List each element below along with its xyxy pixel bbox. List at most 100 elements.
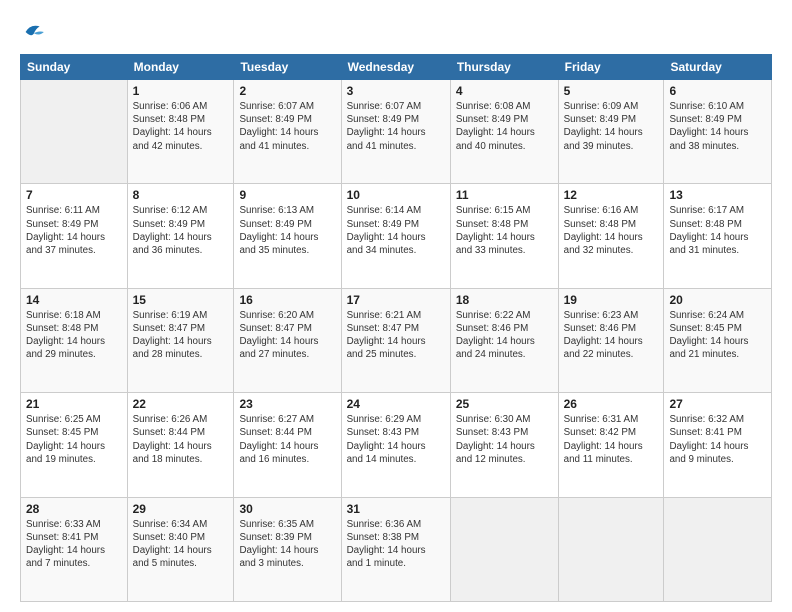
day-header-sunday: Sunday bbox=[21, 55, 128, 80]
day-info: Sunrise: 6:14 AM Sunset: 8:49 PM Dayligh… bbox=[347, 204, 445, 257]
day-number: 19 bbox=[564, 293, 659, 307]
calendar-cell: 21 Sunrise: 6:25 AM Sunset: 8:45 PM Dayli… bbox=[21, 393, 128, 497]
day-number: 5 bbox=[564, 84, 659, 98]
day-info: Sunrise: 6:23 AM Sunset: 8:46 PM Dayligh… bbox=[564, 309, 659, 362]
day-info: Sunrise: 6:31 AM Sunset: 8:42 PM Dayligh… bbox=[564, 413, 659, 466]
day-number: 12 bbox=[564, 188, 659, 202]
day-header-tuesday: Tuesday bbox=[234, 55, 341, 80]
day-info: Sunrise: 6:07 AM Sunset: 8:49 PM Dayligh… bbox=[239, 100, 335, 153]
day-info: Sunrise: 6:26 AM Sunset: 8:44 PM Dayligh… bbox=[133, 413, 229, 466]
day-number: 18 bbox=[456, 293, 553, 307]
day-info: Sunrise: 6:32 AM Sunset: 8:41 PM Dayligh… bbox=[669, 413, 766, 466]
calendar-cell: 12 Sunrise: 6:16 AM Sunset: 8:48 PM Dayli… bbox=[558, 184, 664, 288]
day-info: Sunrise: 6:10 AM Sunset: 8:49 PM Dayligh… bbox=[669, 100, 766, 153]
day-number: 14 bbox=[26, 293, 122, 307]
calendar-cell: 26 Sunrise: 6:31 AM Sunset: 8:42 PM Dayli… bbox=[558, 393, 664, 497]
day-number: 28 bbox=[26, 502, 122, 516]
day-number: 31 bbox=[347, 502, 445, 516]
day-info: Sunrise: 6:20 AM Sunset: 8:47 PM Dayligh… bbox=[239, 309, 335, 362]
day-number: 29 bbox=[133, 502, 229, 516]
day-info: Sunrise: 6:24 AM Sunset: 8:45 PM Dayligh… bbox=[669, 309, 766, 362]
calendar-cell: 4 Sunrise: 6:08 AM Sunset: 8:49 PM Daylig… bbox=[450, 80, 558, 184]
day-number: 9 bbox=[239, 188, 335, 202]
calendar-header-row: SundayMondayTuesdayWednesdayThursdayFrid… bbox=[21, 55, 772, 80]
calendar-cell: 11Sunrise: 6:15 AM Sunset: 8:48 PM Dayli… bbox=[450, 184, 558, 288]
calendar-cell: 30 Sunrise: 6:35 AM Sunset: 8:39 PM Dayli… bbox=[234, 497, 341, 601]
logo bbox=[20, 18, 52, 46]
day-info: Sunrise: 6:13 AM Sunset: 8:49 PM Dayligh… bbox=[239, 204, 335, 257]
calendar-cell: 1 Sunrise: 6:06 AM Sunset: 8:48 PM Daylig… bbox=[127, 80, 234, 184]
day-number: 25 bbox=[456, 397, 553, 411]
day-header-wednesday: Wednesday bbox=[341, 55, 450, 80]
day-info: Sunrise: 6:21 AM Sunset: 8:47 PM Dayligh… bbox=[347, 309, 445, 362]
calendar-week-2: 14Sunrise: 6:18 AM Sunset: 8:48 PM Dayli… bbox=[21, 288, 772, 392]
calendar-cell: 6Sunrise: 6:10 AM Sunset: 8:49 PM Daylig… bbox=[664, 80, 772, 184]
calendar-cell: 23 Sunrise: 6:27 AM Sunset: 8:44 PM Dayli… bbox=[234, 393, 341, 497]
day-header-saturday: Saturday bbox=[664, 55, 772, 80]
calendar-cell: 22 Sunrise: 6:26 AM Sunset: 8:44 PM Dayli… bbox=[127, 393, 234, 497]
calendar-cell: 27 Sunrise: 6:32 AM Sunset: 8:41 PM Dayli… bbox=[664, 393, 772, 497]
day-info: Sunrise: 6:30 AM Sunset: 8:43 PM Dayligh… bbox=[456, 413, 553, 466]
day-info: Sunrise: 6:17 AM Sunset: 8:48 PM Dayligh… bbox=[669, 204, 766, 257]
logo-icon bbox=[20, 18, 48, 46]
calendar-cell: 3 Sunrise: 6:07 AM Sunset: 8:49 PM Daylig… bbox=[341, 80, 450, 184]
day-header-friday: Friday bbox=[558, 55, 664, 80]
calendar-cell: 18Sunrise: 6:22 AM Sunset: 8:46 PM Dayli… bbox=[450, 288, 558, 392]
calendar-cell: 10 Sunrise: 6:14 AM Sunset: 8:49 PM Dayli… bbox=[341, 184, 450, 288]
calendar-cell bbox=[450, 497, 558, 601]
calendar-week-3: 21 Sunrise: 6:25 AM Sunset: 8:45 PM Dayli… bbox=[21, 393, 772, 497]
calendar-cell: 2 Sunrise: 6:07 AM Sunset: 8:49 PM Daylig… bbox=[234, 80, 341, 184]
calendar-cell: 29 Sunrise: 6:34 AM Sunset: 8:40 PM Dayli… bbox=[127, 497, 234, 601]
day-number: 22 bbox=[133, 397, 229, 411]
day-info: Sunrise: 6:25 AM Sunset: 8:45 PM Dayligh… bbox=[26, 413, 122, 466]
day-number: 24 bbox=[347, 397, 445, 411]
day-number: 26 bbox=[564, 397, 659, 411]
header bbox=[20, 18, 772, 46]
day-number: 13 bbox=[669, 188, 766, 202]
calendar-cell: 25 Sunrise: 6:30 AM Sunset: 8:43 PM Dayli… bbox=[450, 393, 558, 497]
calendar-cell: 15Sunrise: 6:19 AM Sunset: 8:47 PM Dayli… bbox=[127, 288, 234, 392]
day-info: Sunrise: 6:27 AM Sunset: 8:44 PM Dayligh… bbox=[239, 413, 335, 466]
day-header-thursday: Thursday bbox=[450, 55, 558, 80]
day-info: Sunrise: 6:07 AM Sunset: 8:49 PM Dayligh… bbox=[347, 100, 445, 153]
calendar-cell: 31Sunrise: 6:36 AM Sunset: 8:38 PM Dayli… bbox=[341, 497, 450, 601]
day-number: 4 bbox=[456, 84, 553, 98]
calendar-week-0: 1 Sunrise: 6:06 AM Sunset: 8:48 PM Daylig… bbox=[21, 80, 772, 184]
day-info: Sunrise: 6:35 AM Sunset: 8:39 PM Dayligh… bbox=[239, 518, 335, 571]
day-number: 30 bbox=[239, 502, 335, 516]
calendar-cell: 19 Sunrise: 6:23 AM Sunset: 8:46 PM Dayli… bbox=[558, 288, 664, 392]
day-info: Sunrise: 6:33 AM Sunset: 8:41 PM Dayligh… bbox=[26, 518, 122, 571]
page: SundayMondayTuesdayWednesdayThursdayFrid… bbox=[0, 0, 792, 612]
day-number: 23 bbox=[239, 397, 335, 411]
calendar-cell: 7 Sunrise: 6:11 AM Sunset: 8:49 PM Daylig… bbox=[21, 184, 128, 288]
calendar-week-4: 28 Sunrise: 6:33 AM Sunset: 8:41 PM Dayli… bbox=[21, 497, 772, 601]
calendar-cell: 24Sunrise: 6:29 AM Sunset: 8:43 PM Dayli… bbox=[341, 393, 450, 497]
day-info: Sunrise: 6:16 AM Sunset: 8:48 PM Dayligh… bbox=[564, 204, 659, 257]
day-number: 21 bbox=[26, 397, 122, 411]
calendar-cell: 5Sunrise: 6:09 AM Sunset: 8:49 PM Daylig… bbox=[558, 80, 664, 184]
calendar-cell: 9 Sunrise: 6:13 AM Sunset: 8:49 PM Daylig… bbox=[234, 184, 341, 288]
calendar-cell bbox=[21, 80, 128, 184]
day-number: 16 bbox=[239, 293, 335, 307]
day-number: 10 bbox=[347, 188, 445, 202]
calendar-week-1: 7 Sunrise: 6:11 AM Sunset: 8:49 PM Daylig… bbox=[21, 184, 772, 288]
day-number: 11 bbox=[456, 188, 553, 202]
day-info: Sunrise: 6:06 AM Sunset: 8:48 PM Dayligh… bbox=[133, 100, 229, 153]
calendar-cell: 8Sunrise: 6:12 AM Sunset: 8:49 PM Daylig… bbox=[127, 184, 234, 288]
day-info: Sunrise: 6:11 AM Sunset: 8:49 PM Dayligh… bbox=[26, 204, 122, 257]
calendar-cell: 28 Sunrise: 6:33 AM Sunset: 8:41 PM Dayli… bbox=[21, 497, 128, 601]
day-number: 27 bbox=[669, 397, 766, 411]
calendar-cell: 16 Sunrise: 6:20 AM Sunset: 8:47 PM Dayli… bbox=[234, 288, 341, 392]
day-number: 2 bbox=[239, 84, 335, 98]
calendar-table: SundayMondayTuesdayWednesdayThursdayFrid… bbox=[20, 54, 772, 602]
day-number: 7 bbox=[26, 188, 122, 202]
day-number: 3 bbox=[347, 84, 445, 98]
day-header-monday: Monday bbox=[127, 55, 234, 80]
day-info: Sunrise: 6:34 AM Sunset: 8:40 PM Dayligh… bbox=[133, 518, 229, 571]
calendar-cell: 20Sunrise: 6:24 AM Sunset: 8:45 PM Dayli… bbox=[664, 288, 772, 392]
calendar-cell bbox=[558, 497, 664, 601]
day-info: Sunrise: 6:08 AM Sunset: 8:49 PM Dayligh… bbox=[456, 100, 553, 153]
day-info: Sunrise: 6:19 AM Sunset: 8:47 PM Dayligh… bbox=[133, 309, 229, 362]
day-number: 17 bbox=[347, 293, 445, 307]
day-number: 1 bbox=[133, 84, 229, 98]
